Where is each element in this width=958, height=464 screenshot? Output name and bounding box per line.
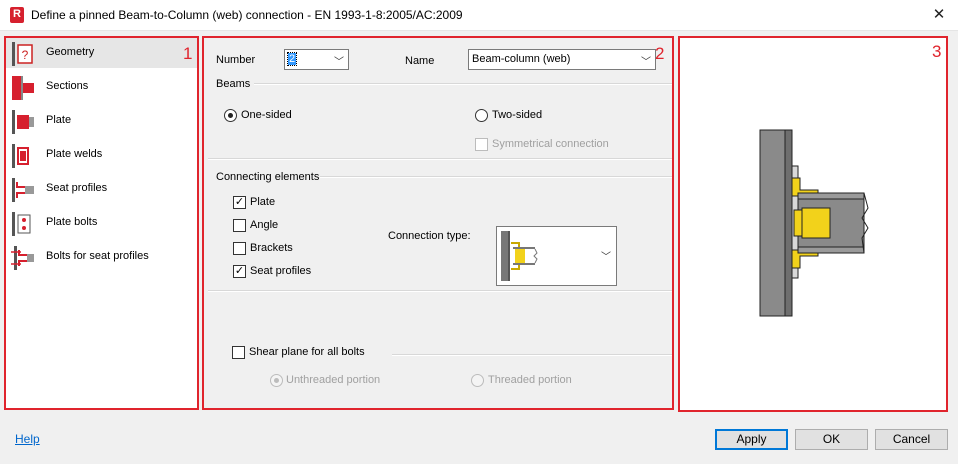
panel-3-number: 3 xyxy=(932,42,942,61)
panel-3-outline xyxy=(678,36,948,412)
apply-button[interactable]: Apply xyxy=(715,429,788,450)
title-bar: R Define a pinned Beam-to-Column (web) c… xyxy=(0,0,958,31)
window-title: Define a pinned Beam-to-Column (web) con… xyxy=(31,8,463,22)
help-link[interactable]: Help xyxy=(15,432,40,446)
ok-button[interactable]: OK xyxy=(795,429,868,450)
panel-1-number: 1 xyxy=(183,44,193,63)
panel-2-number: 2 xyxy=(655,44,665,63)
app-logo-icon: R xyxy=(10,7,24,23)
panel-1-outline xyxy=(4,36,199,410)
panel-2-outline xyxy=(202,36,674,410)
cancel-button[interactable]: Cancel xyxy=(875,429,948,450)
close-button[interactable]: ✕ xyxy=(928,4,950,26)
